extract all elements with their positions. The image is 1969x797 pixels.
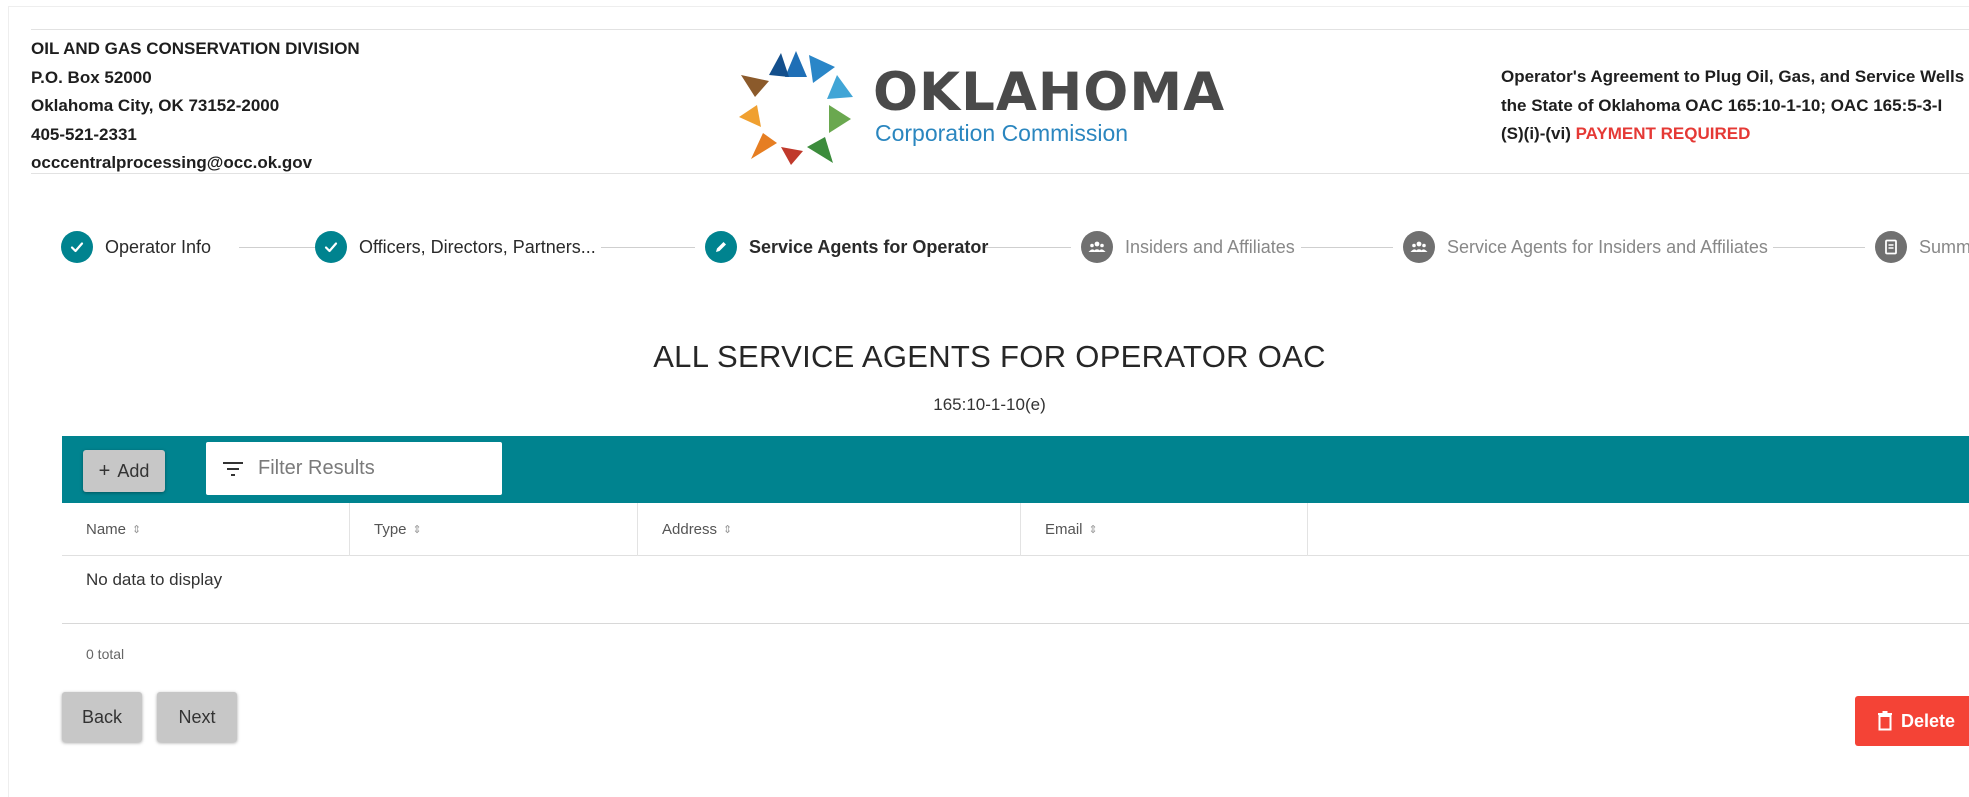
- document-icon: [1875, 231, 1907, 263]
- division-name: OIL AND GAS CONSERVATION DIVISION: [31, 39, 360, 58]
- agreement-line-2: the State of Oklahoma OAC 165:10-1-10; O…: [1501, 95, 1943, 115]
- step-connector: [985, 247, 1071, 248]
- step-label: Summ: [1919, 236, 1969, 257]
- step-connector: [601, 247, 695, 248]
- logo-subtitle: Corporation Commission: [875, 120, 1129, 146]
- column-header-name[interactable]: Name ⇕: [62, 503, 350, 556]
- table-toolbar: + Add: [62, 436, 1969, 503]
- column-header-label: Email: [1045, 521, 1083, 538]
- filter-field[interactable]: [206, 442, 502, 495]
- step-connector: [1301, 247, 1393, 248]
- group-icon: [1403, 231, 1435, 263]
- column-header-label: Type: [374, 521, 407, 538]
- oklahoma-star-logo-icon: [739, 51, 853, 165]
- column-header-email[interactable]: Email ⇕: [1021, 503, 1308, 556]
- payment-required-label: PAYMENT REQUIRED: [1575, 124, 1751, 143]
- row-count: 0 total: [86, 646, 125, 662]
- agreement-citation: (S)(i)-(vi): [1501, 124, 1571, 143]
- step-label: Service Agents for Insiders and Affiliat…: [1447, 236, 1768, 257]
- agreement-info: Operator's Agreement to Plug Oil, Gas, a…: [1501, 63, 1964, 149]
- table-body: No data to display: [62, 556, 1969, 624]
- step-connector: [1773, 247, 1865, 248]
- step-summary[interactable]: Summ: [1875, 227, 1969, 267]
- plus-icon: +: [98, 459, 111, 482]
- table-header-row: Name ⇕ Type ⇕ Address ⇕ Email ⇕: [62, 503, 1969, 556]
- step-label: Operator Info: [105, 236, 212, 257]
- filter-icon: [223, 461, 243, 476]
- agreement-line-1: Operator's Agreement to Plug Oil, Gas, a…: [1501, 67, 1965, 86]
- add-button[interactable]: + Add: [83, 450, 165, 492]
- page-header: OIL AND GAS CONSERVATION DIVISION P.O. B…: [9, 7, 1969, 177]
- step-insiders-and-affiliates[interactable]: Insiders and Affiliates: [1081, 227, 1295, 267]
- delete-button[interactable]: Delete: [1855, 696, 1969, 746]
- column-header-address[interactable]: Address ⇕: [638, 503, 1021, 556]
- check-icon: [61, 231, 93, 263]
- division-address: OIL AND GAS CONSERVATION DIVISION P.O. B…: [31, 35, 360, 178]
- column-header-actions: [1308, 503, 1969, 556]
- column-header-type[interactable]: Type ⇕: [350, 503, 638, 556]
- sort-icon: ⇕: [412, 524, 422, 536]
- step-service-agents-for-operator[interactable]: Service Agents for Operator: [705, 227, 988, 267]
- column-header-label: Name: [86, 521, 127, 538]
- sort-icon: ⇕: [132, 524, 142, 536]
- empty-table-message: No data to display: [86, 570, 223, 589]
- step-operator-info[interactable]: Operator Info: [61, 227, 211, 267]
- po-box: P.O. Box 52000: [31, 67, 152, 87]
- add-button-label: Add: [117, 460, 150, 481]
- pencil-icon: [705, 231, 737, 263]
- service-agents-table: Name ⇕ Type ⇕ Address ⇕ Email ⇕ No data …: [62, 503, 1969, 662]
- next-button[interactable]: Next: [157, 692, 237, 742]
- sort-icon: ⇕: [723, 524, 733, 536]
- sort-icon: ⇕: [1088, 524, 1098, 536]
- filter-input[interactable]: [258, 457, 488, 480]
- back-button[interactable]: Back: [62, 692, 142, 742]
- occ-logo: OKLAHOMA Corporation Commission: [737, 47, 1224, 172]
- form-stepper: Operator Info Officers, Directors, Partn…: [61, 227, 1969, 267]
- group-icon: [1081, 231, 1113, 263]
- city-state-zip: Oklahoma City, OK 73152-2000: [31, 96, 280, 115]
- page-subtitle: 165:10-1-10(e): [933, 395, 1046, 414]
- step-label: Service Agents for Operator: [749, 236, 989, 257]
- column-header-label: Address: [662, 521, 718, 538]
- check-icon: [315, 231, 347, 263]
- step-connector: [239, 247, 325, 248]
- header-divider-bottom: [31, 173, 1969, 174]
- step-officers-directors-partners[interactable]: Officers, Directors, Partners...: [315, 227, 596, 267]
- step-service-agents-insiders-affiliates[interactable]: Service Agents for Insiders and Affiliat…: [1403, 227, 1768, 267]
- page-title: ALL SERVICE AGENTS FOR OPERATOR OAC: [653, 339, 1326, 374]
- step-label: Officers, Directors, Partners...: [359, 236, 596, 257]
- header-divider-top: [31, 29, 1969, 30]
- delete-button-label: Delete: [1901, 710, 1956, 731]
- step-label: Insiders and Affiliates: [1125, 236, 1295, 257]
- logo-wordmark: OKLAHOMA: [873, 62, 1226, 123]
- page-frame: OIL AND GAS CONSERVATION DIVISION P.O. B…: [8, 6, 1969, 797]
- agreement-line-3: (S)(i)-(vi) PAYMENT REQUIRED: [1501, 120, 1964, 149]
- trash-icon: [1878, 711, 1892, 731]
- phone-number: 405-521-2331: [31, 124, 137, 144]
